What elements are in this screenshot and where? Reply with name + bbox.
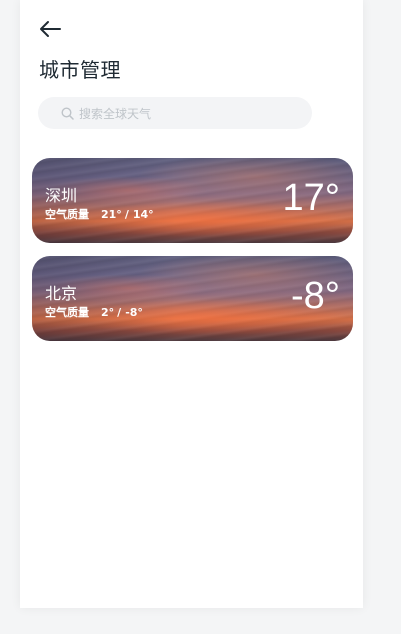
temp-low: 14°: [132, 208, 154, 221]
city-card-shenzhen[interactable]: 深圳 空气质量 21°/14° 17°: [32, 158, 353, 243]
search-icon: [61, 106, 74, 120]
city-card-beijing[interactable]: 北京 空气质量 2° / -8° -8°: [32, 256, 353, 341]
current-temperature: -8°: [291, 275, 340, 317]
city-weather-info: 空气质量 21°/14°: [45, 206, 154, 222]
current-temperature: 17°: [282, 177, 340, 219]
temp-separator: /: [117, 306, 122, 319]
temp-high: 21°: [101, 208, 122, 221]
air-quality-label: 空气质量: [45, 208, 89, 221]
search-placeholder: 搜索全球天气: [79, 106, 152, 121]
temp-separator: /: [124, 208, 129, 221]
search-input[interactable]: 搜索全球天气: [38, 97, 312, 129]
arrow-left-icon: [38, 19, 62, 39]
page-title: 城市管理: [39, 58, 121, 82]
app-screen: 城市管理 搜索全球天气 深圳 空气质量 21°/14° 17° 北京 空气质量 2°…: [20, 0, 363, 608]
temp-high: 2°: [101, 306, 115, 319]
city-name: 深圳: [45, 186, 78, 205]
temp-low: -8°: [125, 306, 143, 319]
city-name: 北京: [45, 284, 78, 303]
back-button[interactable]: [38, 19, 62, 39]
city-weather-info: 空气质量 2° / -8°: [45, 304, 143, 320]
air-quality-label: 空气质量: [45, 306, 89, 319]
